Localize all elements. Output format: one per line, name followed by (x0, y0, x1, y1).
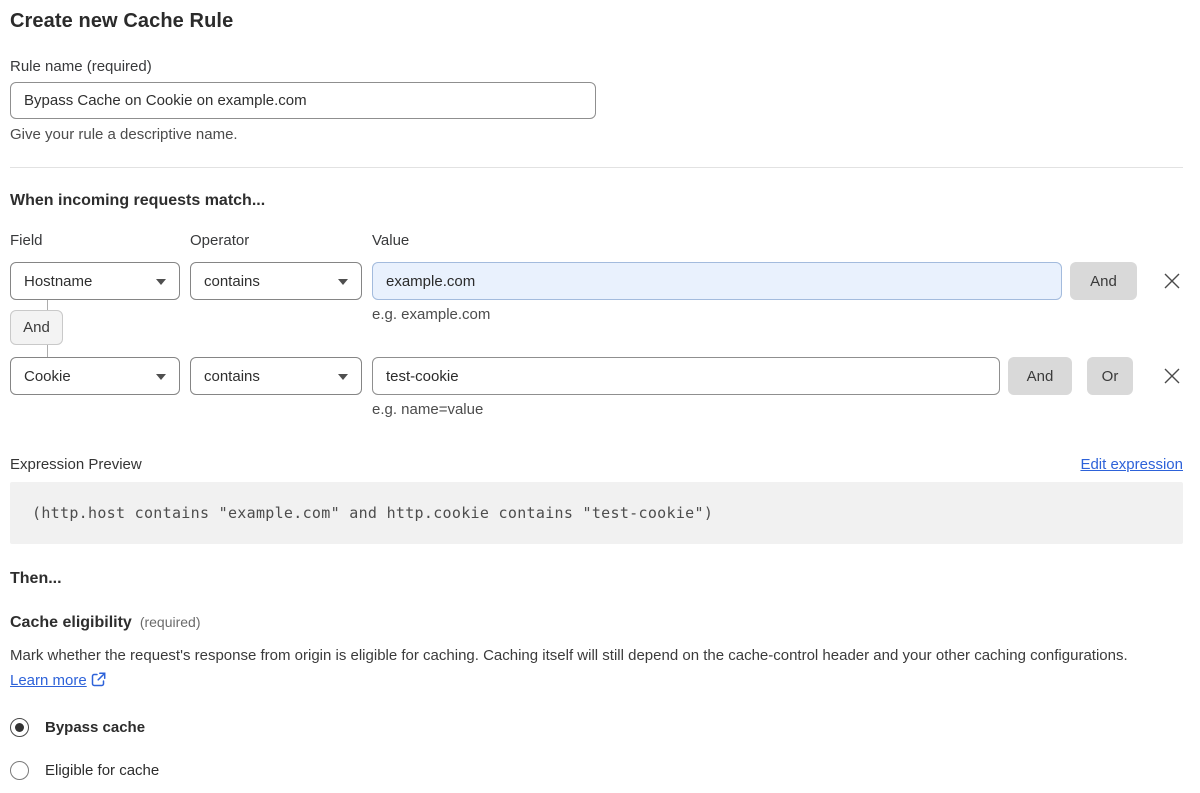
operator-column-label: Operator (190, 232, 250, 249)
radio-selected-icon (10, 718, 29, 737)
rule-name-help: Give your rule a descriptive name. (10, 126, 238, 143)
field-column-label: Field (10, 232, 43, 249)
connector-line (47, 300, 48, 310)
condition-row: Hostname contains And (10, 262, 1183, 300)
and-connector-badge[interactable]: And (10, 310, 63, 345)
condition-column-labels: Field Operator Value (10, 232, 1183, 249)
required-note: (required) (139, 614, 201, 630)
field-select-row1[interactable]: Hostname (10, 262, 180, 300)
chevron-down-icon (156, 279, 166, 285)
value-hint-row2: e.g. name=value (372, 401, 484, 418)
cache-eligibility-title: Cache eligibility (10, 614, 132, 631)
condition-row: Cookie contains And Or (10, 357, 1183, 395)
and-connector: And (10, 300, 372, 357)
expression-preview-header: Expression Preview Edit expression (10, 456, 1183, 473)
radio-bypass-cache[interactable]: Bypass cache (10, 718, 1183, 737)
chevron-down-icon (338, 279, 348, 285)
create-cache-rule-page: Create new Cache Rule Rule name (require… (0, 0, 1200, 780)
operator-select-row2-value: contains (204, 367, 260, 385)
page-title: Create new Cache Rule (10, 10, 234, 32)
chevron-down-icon (338, 374, 348, 380)
add-or-condition-button-row2[interactable]: Or (1087, 357, 1133, 395)
radio-unselected-icon (10, 761, 29, 780)
operator-select-row1[interactable]: contains (190, 262, 362, 300)
description-text: Mark whether the request's response from… (10, 647, 1128, 664)
expression-code: (http.host contains "example.com" and ht… (32, 504, 714, 522)
radio-eligible-for-cache[interactable]: Eligible for cache (10, 761, 1183, 780)
field-select-row2[interactable]: Cookie (10, 357, 180, 395)
rule-name-input[interactable] (10, 82, 596, 119)
radio-bypass-cache-label: Bypass cache (45, 719, 146, 736)
remove-condition-icon[interactable] (1161, 270, 1183, 292)
field-select-row2-value: Cookie (24, 367, 71, 385)
remove-condition-icon[interactable] (1161, 365, 1183, 387)
radio-dot (15, 723, 24, 732)
value-column-label: Value (372, 232, 410, 249)
radio-eligible-for-cache-label: Eligible for cache (45, 762, 160, 779)
operator-select-row1-value: contains (204, 272, 260, 290)
cache-eligibility-heading: Cache eligibility (required) (10, 614, 1183, 632)
value-hint-row1: e.g. example.com (372, 306, 491, 323)
add-and-condition-button-row1[interactable]: And (1070, 262, 1137, 300)
connector-line (47, 345, 48, 357)
value-input-row1[interactable] (372, 262, 1062, 300)
external-link-icon (91, 670, 106, 695)
edit-expression-link[interactable]: Edit expression (1080, 456, 1183, 473)
add-and-condition-button-row2[interactable]: And (1008, 357, 1072, 395)
expression-preview-block: (http.host contains "example.com" and ht… (10, 482, 1183, 544)
field-select-row1-value: Hostname (24, 272, 93, 290)
learn-more-link[interactable]: Learn more (10, 672, 87, 689)
then-section-heading: Then... (10, 570, 62, 587)
connector-band: And e.g. example.com (10, 300, 1183, 357)
match-section-heading: When incoming requests match... (10, 192, 266, 209)
operator-select-row2[interactable]: contains (190, 357, 362, 395)
chevron-down-icon (156, 374, 166, 380)
rule-name-label: Rule name (required) (10, 58, 152, 75)
section-divider (10, 167, 1183, 168)
cache-eligibility-description: Mark whether the request's response from… (10, 643, 1170, 695)
value-input-row2[interactable] (372, 357, 1000, 395)
expression-preview-label: Expression Preview (10, 456, 142, 473)
